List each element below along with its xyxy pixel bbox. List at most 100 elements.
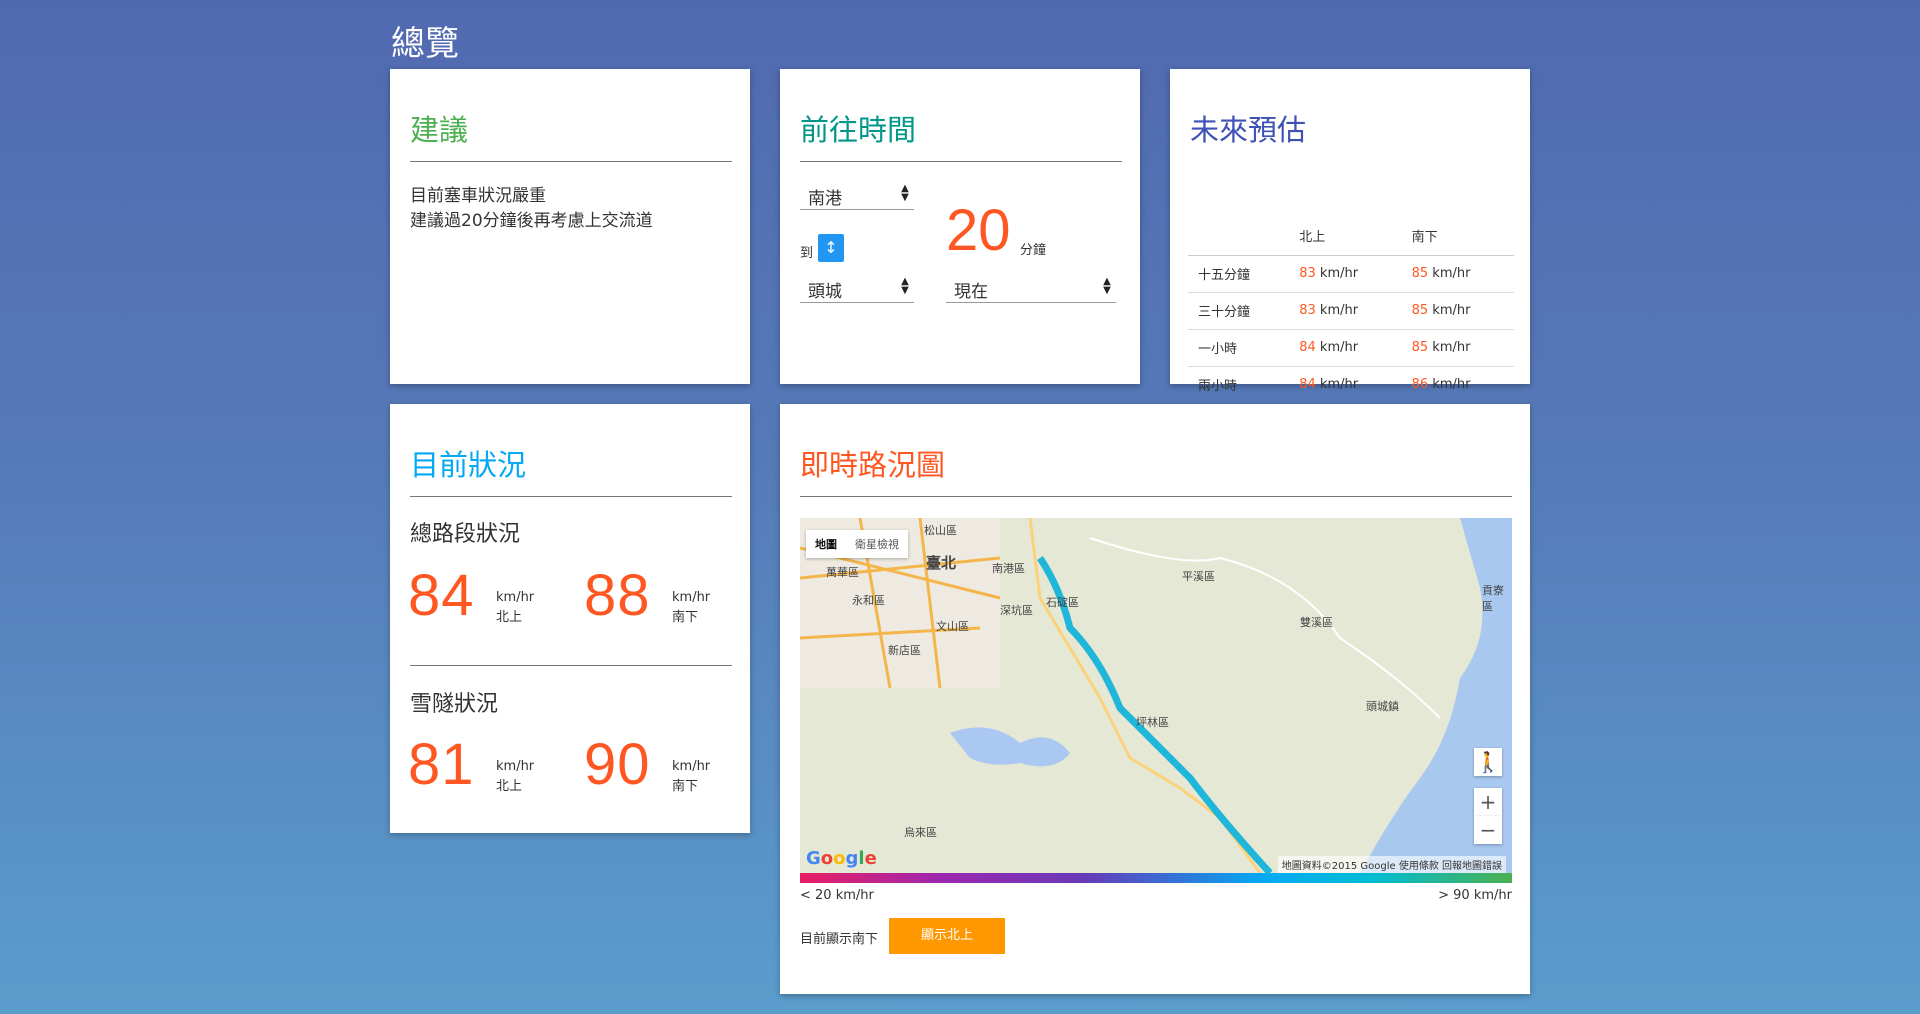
overall-north-meta: km/hr 北上 xyxy=(496,588,534,628)
to-value: 頭城 xyxy=(808,282,842,302)
map-label: 深坑區 xyxy=(1000,604,1033,617)
google-logo: Google xyxy=(806,848,877,869)
column-header: 北上 xyxy=(1289,217,1402,256)
satellite-tab[interactable]: 衛星檢視 xyxy=(846,530,908,558)
south-speed-cell: 85 km/hr xyxy=(1401,329,1514,367)
speed-unit: km/hr xyxy=(1432,303,1471,318)
current-status-card: 目前狀況 總路段狀況 84 km/hr 北上 88 km/hr 南下 雪隧狀況 … xyxy=(390,404,750,833)
column-header xyxy=(1188,217,1290,256)
speed-unit: km/hr xyxy=(1319,340,1359,355)
speed-unit: km/hr xyxy=(496,759,535,774)
map-label: 雙溪區 xyxy=(1300,616,1333,629)
south-speed: 85 xyxy=(1411,303,1429,318)
overall-section-title: 總路段狀況 xyxy=(410,522,521,547)
select-arrows-icon: ▲ ▼ xyxy=(901,276,909,296)
speed-unit: km/hr xyxy=(1432,266,1471,281)
north-speed-cell: 83 km/hr xyxy=(1289,255,1402,293)
map-label: 烏來區 xyxy=(904,826,937,839)
tunnel-south-meta: km/hr 南下 xyxy=(672,757,710,797)
column-header: 南下 xyxy=(1401,217,1514,256)
speed-unit: km/hr xyxy=(1319,303,1359,318)
zoom-out-button[interactable]: − xyxy=(1474,816,1502,844)
suggestion-card: 建議 目前塞車狀況嚴重 建議過20分鐘後再考慮上交流道 xyxy=(390,69,750,384)
travel-time-card: 前往時間 南港 ▲ ▼ 到 ↕ 頭城 ▲ ▼ 20 分鐘 現在 ▲ ▼ xyxy=(780,69,1140,384)
north-label: 北上 xyxy=(496,779,523,794)
suggestion-line-2: 建議過20分鐘後再考慮上交流道 xyxy=(410,211,653,231)
current-status-title: 目前狀況 xyxy=(410,448,527,482)
map-label: 平溪區 xyxy=(1182,570,1215,583)
divider xyxy=(410,496,732,497)
suggestion-line-1: 目前塞車狀況嚴重 xyxy=(410,186,546,206)
select-arrows-icon: ▲ ▼ xyxy=(901,183,909,203)
overall-south-speed: 88 xyxy=(584,563,651,628)
live-map-card: 即時路況圖 地圖 衛星檢視 松山區 臺北 南港區 萬華區 永和區 新店區 文山區… xyxy=(780,404,1530,994)
page-title: 總覽 xyxy=(391,24,459,64)
time-value: 現在 xyxy=(954,282,988,302)
table-row: 三十分鐘 83 km/hr 85 km/hr xyxy=(1188,292,1514,330)
table-header-row: 北上 南下 xyxy=(1188,217,1514,256)
map-label: 南港區 xyxy=(992,562,1025,575)
map-type-tabs: 地圖 衛星檢視 xyxy=(806,530,908,558)
divider xyxy=(800,161,1122,162)
speed-unit: km/hr xyxy=(1432,340,1471,355)
speed-unit: km/hr xyxy=(496,590,535,605)
legend-min-label: < 20 km/hr xyxy=(800,888,874,903)
legend-max-label: > 90 km/hr xyxy=(1438,888,1512,903)
travel-minutes: 20 xyxy=(946,198,1011,263)
map-label: 石碇區 xyxy=(1046,596,1079,609)
to-label: 到 xyxy=(800,246,814,261)
speed-unit: km/hr xyxy=(1319,266,1359,281)
map-canvas xyxy=(800,518,1512,873)
tunnel-north-meta: km/hr 北上 xyxy=(496,757,534,797)
from-select[interactable]: 南港 ▲ ▼ xyxy=(800,180,914,210)
travel-time-title: 前往時間 xyxy=(800,113,917,147)
swap-direction-button[interactable]: ↕ xyxy=(818,234,844,262)
north-speed: 84 xyxy=(1299,377,1316,393)
map-label: 文山區 xyxy=(936,620,969,633)
tunnel-south-speed: 90 xyxy=(584,732,651,797)
north-speed: 84 xyxy=(1299,340,1316,355)
map-attribution: 地圖資料©2015 Google 使用條款 回報地圖錯誤 xyxy=(1277,856,1506,873)
map-label: 新店區 xyxy=(888,644,921,657)
south-speed: 86 xyxy=(1411,377,1429,393)
street-view-pegman-icon[interactable]: 🚶 xyxy=(1474,748,1502,776)
north-speed-cell: 84 km/hr xyxy=(1289,366,1401,403)
direction-label: 目前顯示南下 xyxy=(800,932,879,947)
south-speed-cell: 85 km/hr xyxy=(1401,255,1514,293)
north-speed-cell: 83 km/hr xyxy=(1289,292,1402,330)
south-speed: 85 xyxy=(1411,340,1429,355)
speed-unit: km/hr xyxy=(672,590,711,605)
table-row: 一小時 84 km/hr 85 km/hr xyxy=(1188,329,1514,367)
zoom-in-button[interactable]: + xyxy=(1474,788,1502,816)
show-northbound-button[interactable]: 顯示北上 xyxy=(889,918,1005,954)
north-speed: 83 xyxy=(1299,266,1316,281)
row-label: 一小時 xyxy=(1188,329,1290,367)
tunnel-north-speed: 81 xyxy=(408,732,475,797)
map-label: 臺北 xyxy=(926,554,957,572)
suggestion-message: 目前塞車狀況嚴重 建議過20分鐘後再考慮上交流道 xyxy=(410,184,653,234)
to-select[interactable]: 頭城 ▲ ▼ xyxy=(800,273,914,303)
traffic-map[interactable]: 地圖 衛星檢視 松山區 臺北 南港區 萬華區 永和區 新店區 文山區 深坑區 石… xyxy=(800,518,1512,873)
south-speed: 85 xyxy=(1411,266,1429,281)
map-label: 松山區 xyxy=(924,524,957,537)
departure-time-select[interactable]: 現在 ▲ ▼ xyxy=(946,273,1116,303)
map-label: 頭城鎮 xyxy=(1366,700,1399,713)
table-row: 十五分鐘 83 km/hr 85 km/hr xyxy=(1188,255,1514,293)
forecast-table: 北上 南下 十五分鐘 83 km/hr 85 km/hr 三十分鐘 83 km/… xyxy=(1188,217,1514,403)
forecast-card: 未來預估 北上 南下 十五分鐘 83 km/hr 85 km/hr 三十分鐘 8… xyxy=(1170,69,1530,394)
south-speed-cell: 85 km/hr xyxy=(1401,292,1514,330)
row-label: 十五分鐘 xyxy=(1188,255,1290,293)
south-label: 南下 xyxy=(672,610,699,625)
divider xyxy=(410,665,732,666)
north-label: 北上 xyxy=(496,610,523,625)
tunnel-section-title: 雪隧狀況 xyxy=(410,692,499,717)
speed-unit: km/hr xyxy=(1319,377,1359,393)
row-label: 三十分鐘 xyxy=(1188,292,1290,330)
divider xyxy=(800,496,1512,497)
live-map-title: 即時路況圖 xyxy=(800,448,946,482)
map-tab[interactable]: 地圖 xyxy=(806,530,846,558)
select-arrows-icon: ▲ ▼ xyxy=(1103,276,1111,296)
south-label: 南下 xyxy=(672,779,699,794)
map-label: 永和區 xyxy=(852,594,885,607)
travel-minutes-unit: 分鐘 xyxy=(1020,243,1047,258)
